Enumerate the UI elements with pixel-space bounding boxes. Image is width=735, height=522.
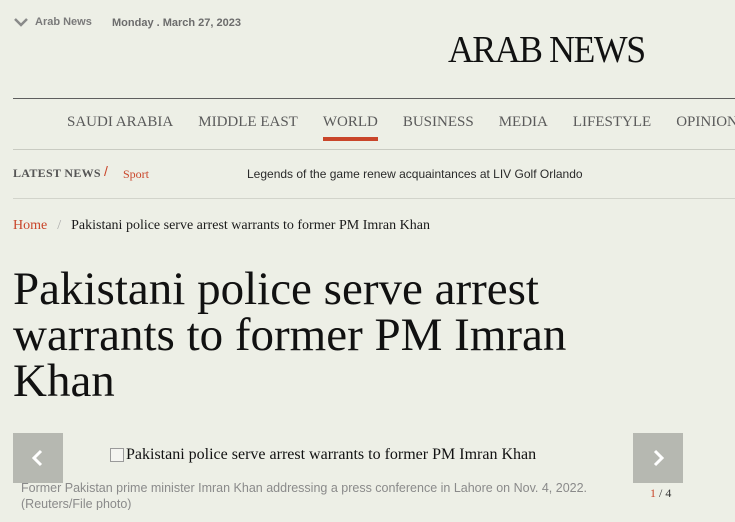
article-headline: Pakistani police serve arrest warrants t…	[13, 263, 567, 407]
gallery-prev-button[interactable]	[13, 433, 63, 483]
main-nav: Saudi Arabia Middle East World Business Medi…	[67, 114, 735, 141]
edition-label: Arab News	[35, 16, 92, 28]
chevron-left-icon	[31, 449, 43, 467]
latest-news-separator: /	[104, 163, 108, 179]
breadcrumb-current: Pakistani police serve arrest warrants t…	[71, 218, 430, 233]
gallery-image-alt-text: Pakistani police serve arrest warrants t…	[126, 446, 537, 463]
nav-item-media[interactable]: Media	[499, 114, 548, 141]
gallery-next-button[interactable]	[633, 433, 683, 483]
gallery-counter-total: 4	[665, 486, 672, 500]
gallery-image: Pakistani police serve arrest warrants t…	[110, 446, 536, 464]
latest-news-category[interactable]: Sport	[123, 167, 149, 182]
nav-item-saudi-arabia[interactable]: Saudi Arabia	[67, 114, 173, 141]
nav-item-opinion[interactable]: Opinion	[676, 114, 735, 141]
latest-news-ticker[interactable]: Legends of the game renew acquaintances …	[247, 167, 583, 181]
latest-news-label: LATEST NEWS	[13, 166, 101, 180]
breadcrumb: Home / Pakistani police serve arrest war…	[13, 218, 430, 234]
image-caption: Former Pakistan prime minister Imran Kha…	[21, 481, 588, 510]
ticker-divider	[13, 198, 735, 199]
gallery-counter: 1 / 4	[650, 486, 671, 501]
broken-image-icon	[110, 448, 124, 462]
nav-item-world[interactable]: World	[322, 114, 378, 141]
edition-selector[interactable]: Arab News	[13, 15, 92, 29]
gallery-counter-current: 1	[650, 486, 656, 500]
breadcrumb-home[interactable]: Home	[13, 218, 47, 234]
chevron-down-icon	[14, 18, 28, 27]
chevron-right-icon	[653, 449, 665, 467]
current-date: Monday . March 27, 2023	[112, 17, 241, 29]
nav-item-middle-east[interactable]: Middle East	[198, 114, 298, 141]
site-logo[interactable]: ARAB NEWS	[448, 27, 646, 73]
breadcrumb-separator: /	[57, 218, 62, 233]
header-divider	[13, 98, 735, 99]
nav-divider	[13, 149, 735, 150]
nav-item-lifestyle[interactable]: Lifestyle	[573, 114, 651, 141]
nav-item-business[interactable]: Business	[403, 114, 474, 141]
